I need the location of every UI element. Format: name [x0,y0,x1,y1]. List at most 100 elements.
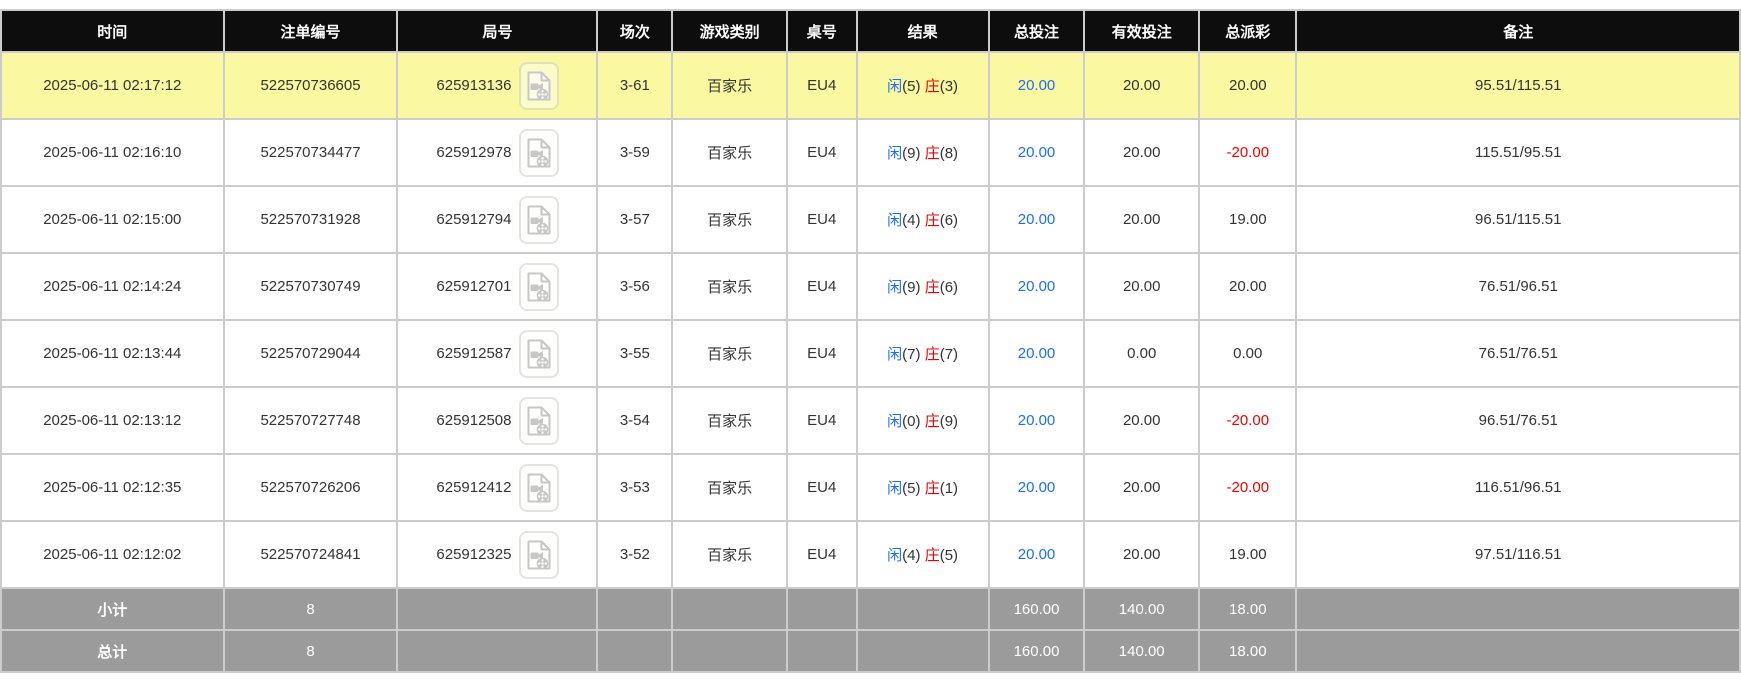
cell-result: 闲(0) 庄(9) [855,386,990,455]
round-id-text: 625912587 [436,345,512,362]
cell-valid-bet: 20.00 [1083,386,1201,455]
result-player-score: (0) [902,413,921,430]
cell-remark: 76.51/96.51 [1295,252,1741,321]
cell-round-id: 625912794 [396,185,599,254]
cell-result: 闲(5) 庄(1) [855,453,990,522]
video-replay-icon [527,406,550,435]
cell-bet-id: 522570727748 [222,386,399,455]
result-banker-score: (3) [939,78,959,95]
cell-table-no: EU4 [785,520,858,589]
result-player-label: 闲 [887,279,903,296]
cell-result: 闲(5) 庄(3) [855,51,990,120]
cell-remark: 96.51/115.51 [1295,185,1741,254]
cell-total-bet: 20.00 [987,185,1086,254]
col-header-session: 场次 [596,9,674,53]
cell-table-no: EU4 [785,453,858,522]
cell-table-no: EU4 [785,118,858,187]
video-replay-button[interactable] [518,128,559,177]
cell-payout: 19.00 [1198,520,1298,589]
video-replay-button[interactable] [518,61,559,110]
cell-time: 2025-06-11 02:15:00 [0,185,225,254]
result-banker-label: 庄 [924,145,940,162]
subtotal-total-bet: 160.00 [987,587,1086,631]
subtotal-payout: 18.00 [1198,587,1298,631]
col-header-result: 结果 [855,9,990,53]
betting-records-table: 时间 注单编号 局号 场次 游戏类别 桌号 结果 总投注 有效投注 总派彩 备注… [0,9,1741,673]
table-row: 2025-06-11 02:13:12 522570727748 6259125… [0,386,1741,455]
cell-bet-id: 522570726206 [222,453,399,522]
result-player-label: 闲 [887,480,903,497]
cell-session: 3-53 [596,453,674,522]
result-player-score: (7) [902,346,921,363]
col-header-time: 时间 [0,9,225,53]
result-banker-score: (8) [939,145,959,162]
subtotal-empty-table [785,587,858,631]
grand-total-row: 总计 8 160.00 140.00 18.00 [0,629,1741,673]
header-row: 时间 注单编号 局号 场次 游戏类别 桌号 结果 总投注 有效投注 总派彩 备注 [0,9,1741,53]
cell-valid-bet: 20.00 [1083,453,1201,522]
video-replay-icon [527,339,550,368]
table-row: 2025-06-11 02:14:24 522570730749 6259127… [0,252,1741,321]
cell-round-id: 625912412 [396,453,599,522]
table-row: 2025-06-11 02:12:02 522570724841 6259123… [0,520,1741,589]
cell-bet-id: 522570724841 [222,520,399,589]
cell-remark: 116.51/96.51 [1295,453,1741,522]
betting-history-page: 时间 注单编号 局号 场次 游戏类别 桌号 结果 总投注 有效投注 总派彩 备注… [0,0,1741,689]
result-banker-score: (6) [939,279,959,296]
video-replay-button[interactable] [518,262,559,311]
cell-payout: 19.00 [1198,185,1298,254]
cell-game-type: 百家乐 [671,319,788,388]
result-player-score: (4) [902,547,921,564]
cell-result: 闲(9) 庄(6) [855,252,990,321]
cell-table-no: EU4 [785,51,858,120]
cell-valid-bet: 0.00 [1083,319,1201,388]
cell-table-no: EU4 [785,386,858,455]
video-replay-icon [527,71,550,100]
table-row: 2025-06-11 02:12:35 522570726206 6259124… [0,453,1741,522]
cell-bet-id: 522570729044 [222,319,399,388]
cell-payout: 20.00 [1198,51,1298,120]
result-player-score: (9) [902,279,921,296]
cell-valid-bet: 20.00 [1083,252,1201,321]
result-player-label: 闲 [887,145,903,162]
table-header: 时间 注单编号 局号 场次 游戏类别 桌号 结果 总投注 有效投注 总派彩 备注 [0,9,1741,53]
round-id-text: 625912412 [436,479,512,496]
video-replay-icon [527,138,550,167]
cell-time: 2025-06-11 02:13:12 [0,386,225,455]
video-replay-button[interactable] [518,329,559,378]
grand-total-empty-result [855,629,990,673]
grand-total-payout: 18.00 [1198,629,1298,673]
video-replay-button[interactable] [518,195,559,244]
cell-result: 闲(7) 庄(7) [855,319,990,388]
subtotal-empty-session [596,587,674,631]
video-replay-button[interactable] [518,396,559,445]
result-player-score: (9) [902,145,921,162]
col-header-valid-bet: 有效投注 [1083,9,1201,53]
cell-total-bet: 20.00 [987,252,1086,321]
result-banker-label: 庄 [924,547,940,564]
cell-game-type: 百家乐 [671,118,788,187]
cell-round-id: 625912978 [396,118,599,187]
cell-result: 闲(4) 庄(6) [855,185,990,254]
cell-payout: 0.00 [1198,319,1298,388]
video-replay-button[interactable] [518,530,559,579]
cell-remark: 95.51/115.51 [1295,51,1741,120]
grand-total-label: 总计 [0,629,225,673]
video-replay-button[interactable] [518,463,559,512]
cell-time: 2025-06-11 02:17:12 [0,51,225,120]
grand-total-total-bet: 160.00 [987,629,1086,673]
result-banker-label: 庄 [924,212,940,229]
cell-total-bet: 20.00 [987,118,1086,187]
video-replay-icon [527,272,550,301]
cell-total-bet: 20.00 [987,453,1086,522]
result-banker-score: (5) [939,547,959,564]
result-banker-label: 庄 [924,78,940,95]
cell-total-bet: 20.00 [987,319,1086,388]
cell-session: 3-55 [596,319,674,388]
cell-bet-id: 522570731928 [222,185,399,254]
col-header-bet-id: 注单编号 [222,9,399,53]
video-replay-icon [527,205,550,234]
cell-game-type: 百家乐 [671,386,788,455]
cell-game-type: 百家乐 [671,252,788,321]
cell-session: 3-52 [596,520,674,589]
